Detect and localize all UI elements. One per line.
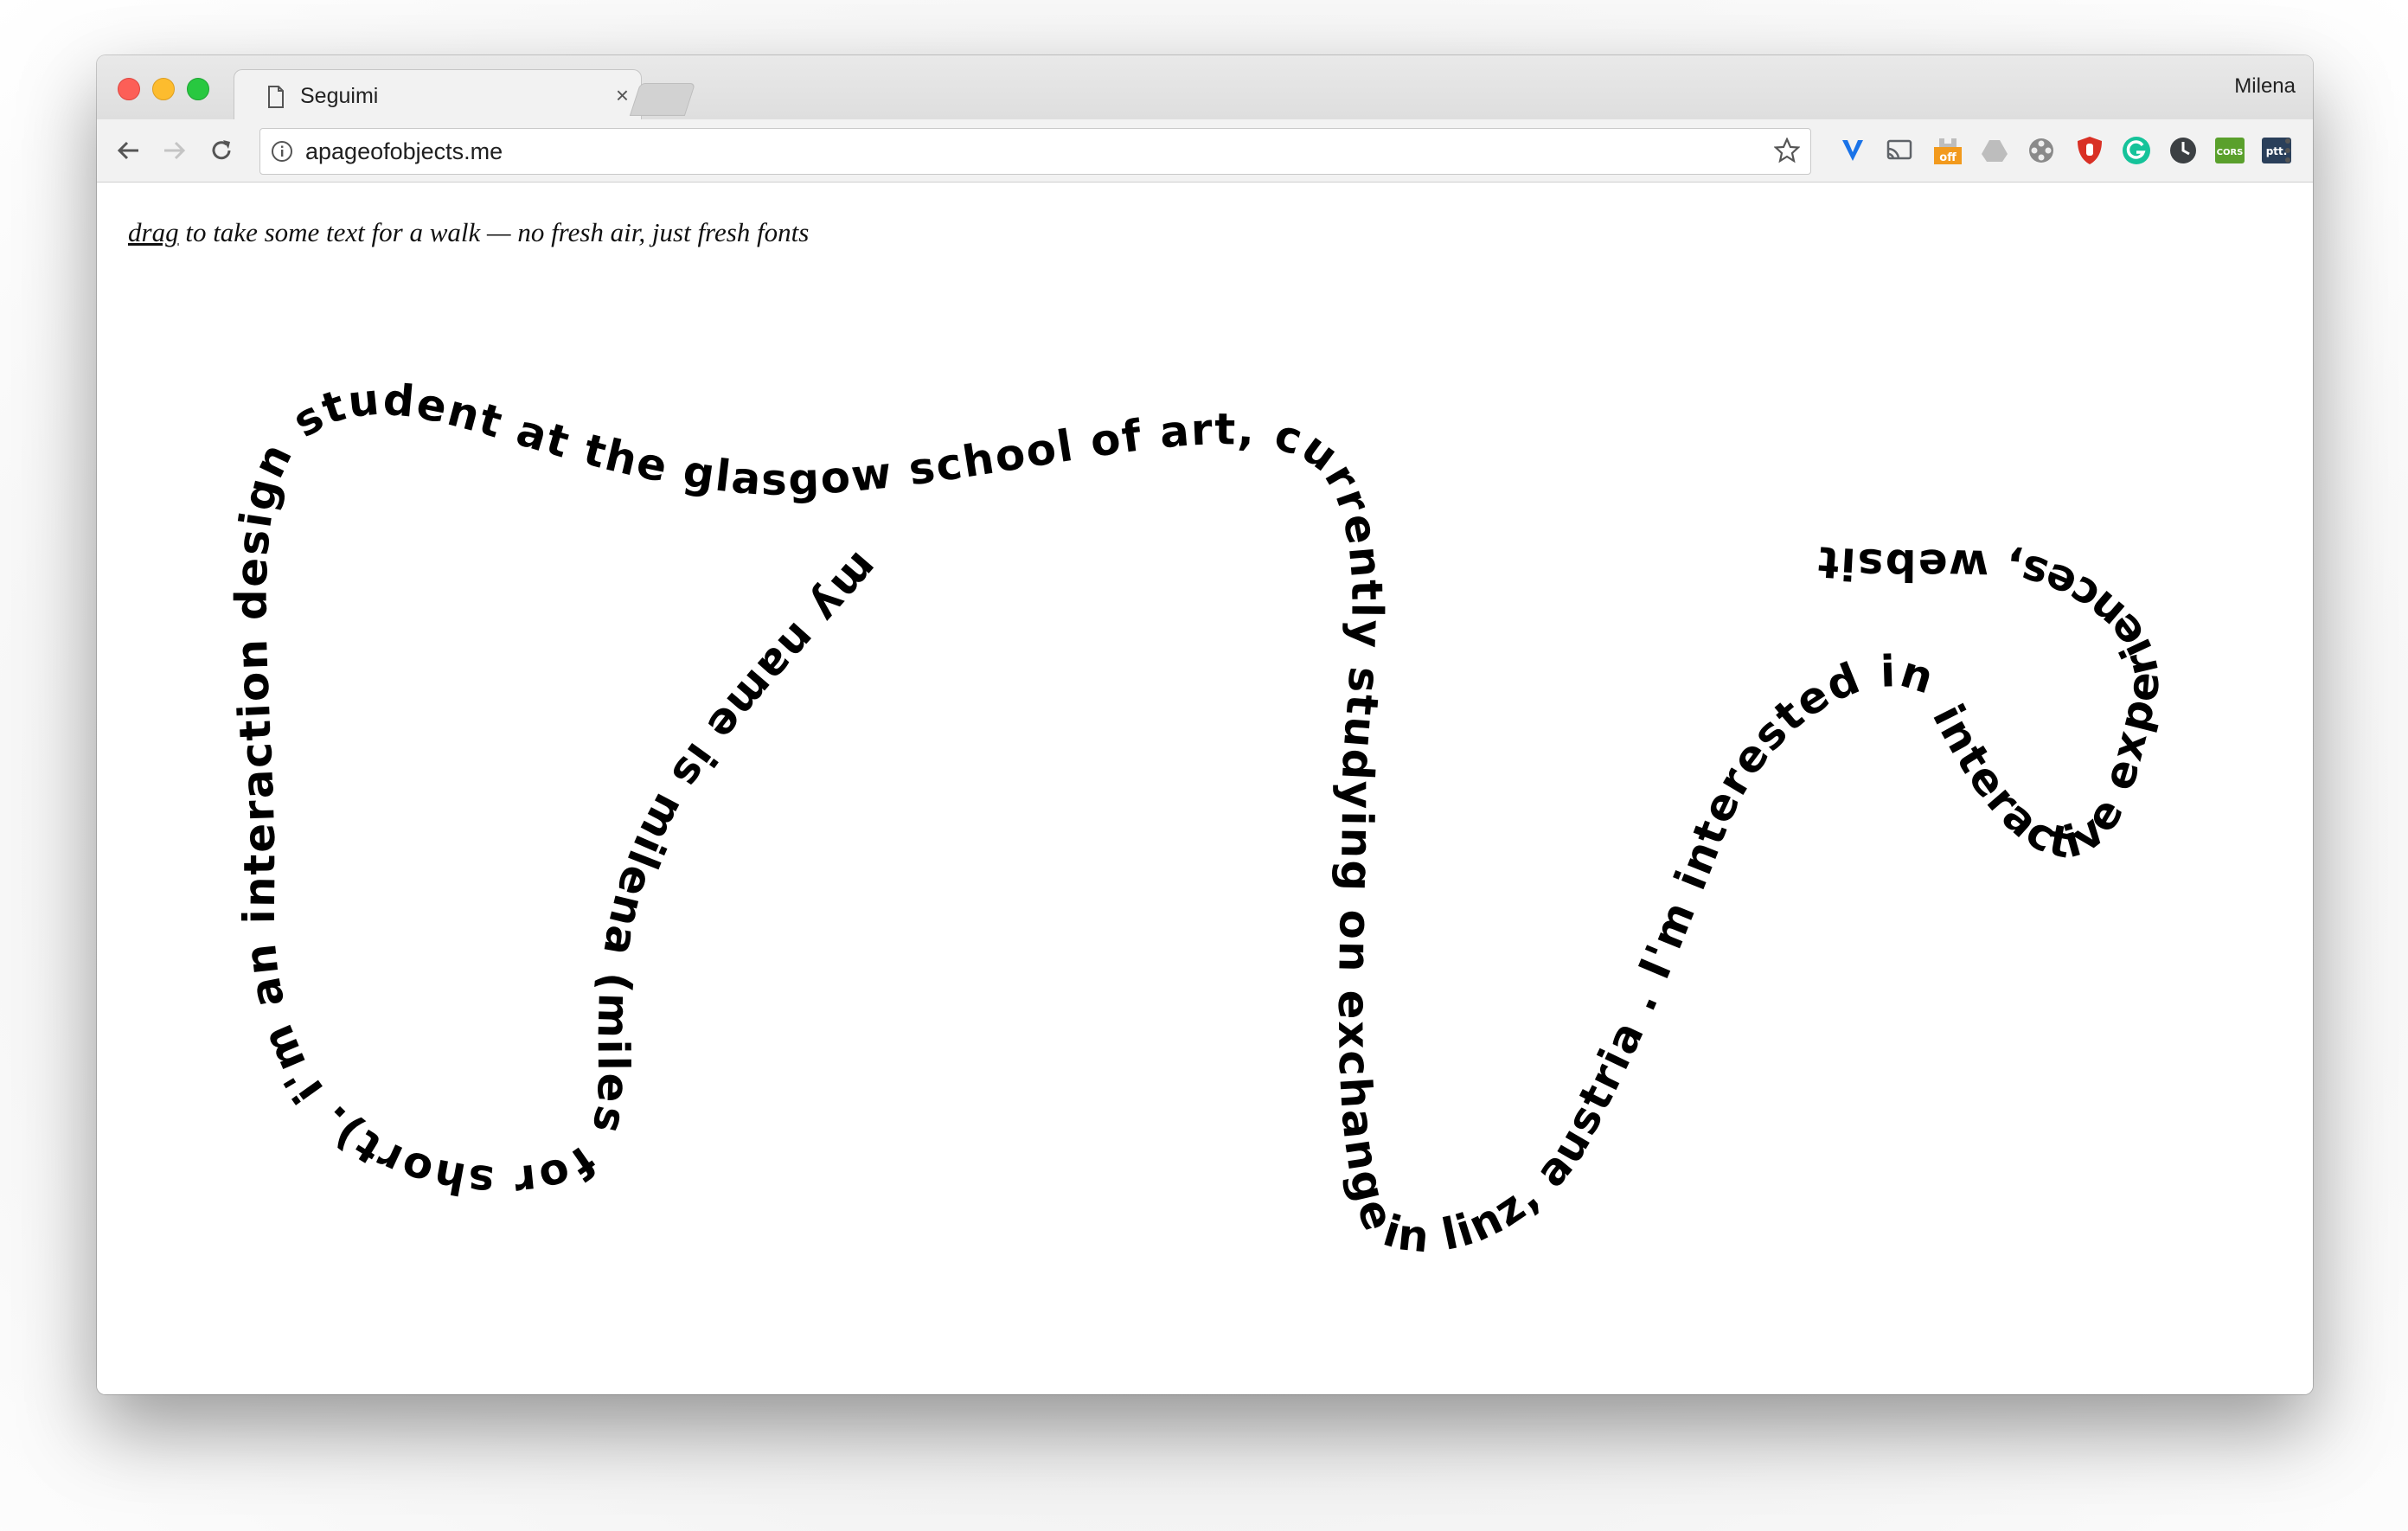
tab-title: Seguimi <box>300 84 379 108</box>
reload-icon[interactable] <box>208 137 235 164</box>
forward-arrow-icon[interactable] <box>161 137 189 164</box>
off-extension-icon[interactable]: off <box>1932 135 1963 166</box>
close-window-button[interactable] <box>118 78 140 100</box>
drive-icon[interactable] <box>1979 135 2010 166</box>
title-bar: Seguimi × Milena <box>97 55 2313 122</box>
new-tab-button[interactable] <box>629 83 696 116</box>
cors-icon[interactable]: CORS <box>2214 135 2245 166</box>
off-extension-label: off <box>1939 151 1956 164</box>
film-icon[interactable] <box>2026 135 2057 166</box>
maximize-window-button[interactable] <box>187 78 209 100</box>
info-icon[interactable] <box>271 140 293 163</box>
profile-name[interactable]: Milena <box>2234 74 2296 99</box>
page-content[interactable]: drag to take some text for a walk — no f… <box>97 183 2313 1394</box>
browser-toolbar: apageofobjects.me off CORS ptt. <box>97 119 2313 183</box>
text-walk-canvas[interactable]: my name is milena (miles for short). i'm… <box>97 183 2313 1394</box>
more-menu-icon[interactable] <box>2283 135 2292 166</box>
browser-window: Seguimi × Milena apageofobjects.me off C… <box>97 55 2313 1394</box>
page-icon <box>268 86 284 108</box>
cast-icon[interactable] <box>1884 135 1915 166</box>
address-bar[interactable]: apageofobjects.me <box>259 128 1811 175</box>
url-text: apageofobjects.me <box>305 138 503 164</box>
clock-icon[interactable] <box>2168 135 2199 166</box>
grammarly-icon[interactable] <box>2121 135 2152 166</box>
vimium-icon[interactable] <box>1837 135 1868 166</box>
bookmark-star-icon[interactable] <box>1774 138 1800 163</box>
cors-label: CORS <box>2217 148 2244 157</box>
back-arrow-icon[interactable] <box>114 137 142 164</box>
tab-close-icon[interactable]: × <box>616 82 629 109</box>
tab-seguimi[interactable]: Seguimi × <box>234 69 642 122</box>
walking-text-path: my name is milena (miles for short). i'm… <box>97 183 2168 1263</box>
ublock-icon[interactable] <box>2074 135 2105 166</box>
minimize-window-button[interactable] <box>152 78 175 100</box>
walking-text[interactable]: my name is milena (miles for short). i'm… <box>97 183 2169 1263</box>
